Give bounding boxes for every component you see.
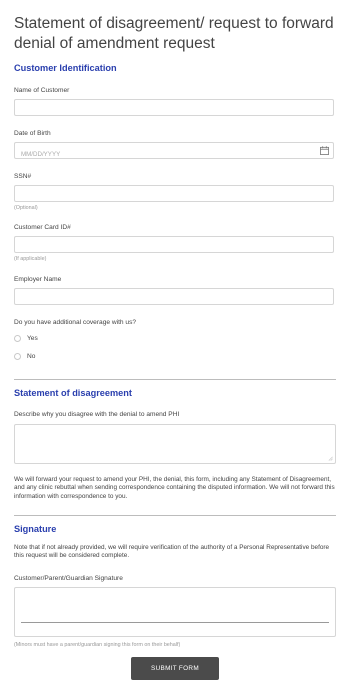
ssn-input[interactable] — [15, 190, 333, 205]
employer-input[interactable] — [15, 293, 333, 308]
name-field[interactable] — [14, 99, 334, 119]
coverage-option-no[interactable]: No — [14, 353, 35, 360]
signature-help: (Minors must have a parent/guardian sign… — [14, 642, 181, 648]
signature-notice: Note that if not already provided, we wi… — [14, 544, 330, 560]
ssn-field[interactable] — [14, 185, 334, 205]
dob-field[interactable] — [14, 142, 334, 162]
signature-line — [21, 622, 329, 623]
coverage-label: Do you have additional coverage with us? — [14, 319, 137, 326]
signature-label: Customer/Parent/Guardian Signature — [14, 575, 123, 582]
section-statement: Statement of disagreement — [14, 388, 132, 398]
coverage-option-yes[interactable]: Yes — [14, 335, 38, 342]
describe-label: Describe why you disagree with the denia… — [14, 411, 180, 418]
radio-yes-label: Yes — [27, 335, 38, 342]
forward-notice: We will forward your request to amend yo… — [14, 476, 335, 500]
signature-pad[interactable] — [14, 587, 336, 637]
section-divider — [14, 379, 336, 380]
section-signature: Signature — [14, 524, 57, 534]
ssn-help: (Optional) — [14, 205, 38, 211]
card-id-help: (If applicable) — [14, 256, 47, 262]
dob-input[interactable] — [15, 147, 333, 162]
card-id-label: Customer Card ID# — [14, 224, 71, 231]
calendar-icon[interactable] — [320, 146, 329, 155]
section-divider — [14, 515, 336, 516]
form-header: Statement of disagreement/ request to fo… — [14, 14, 336, 54]
employer-field[interactable] — [14, 288, 334, 308]
section-customer-identification: Customer Identification — [14, 63, 117, 73]
card-id-input[interactable] — [15, 241, 333, 256]
name-label: Name of Customer — [14, 87, 70, 94]
dob-label: Date of Birth — [14, 130, 51, 137]
radio-no-label: No — [27, 353, 36, 360]
page-title: Statement of disagreement/ request to fo… — [14, 15, 334, 52]
submit-button[interactable]: SUBMIT FORM — [131, 657, 219, 680]
ssn-label: SSN# — [14, 173, 32, 180]
card-id-field[interactable] — [14, 236, 334, 256]
describe-textarea[interactable] — [14, 424, 336, 464]
resize-grip-icon[interactable] — [328, 456, 333, 461]
radio-no[interactable] — [14, 353, 21, 360]
name-input[interactable] — [15, 104, 333, 119]
radio-yes[interactable] — [14, 335, 21, 342]
employer-label: Employer Name — [14, 276, 62, 283]
